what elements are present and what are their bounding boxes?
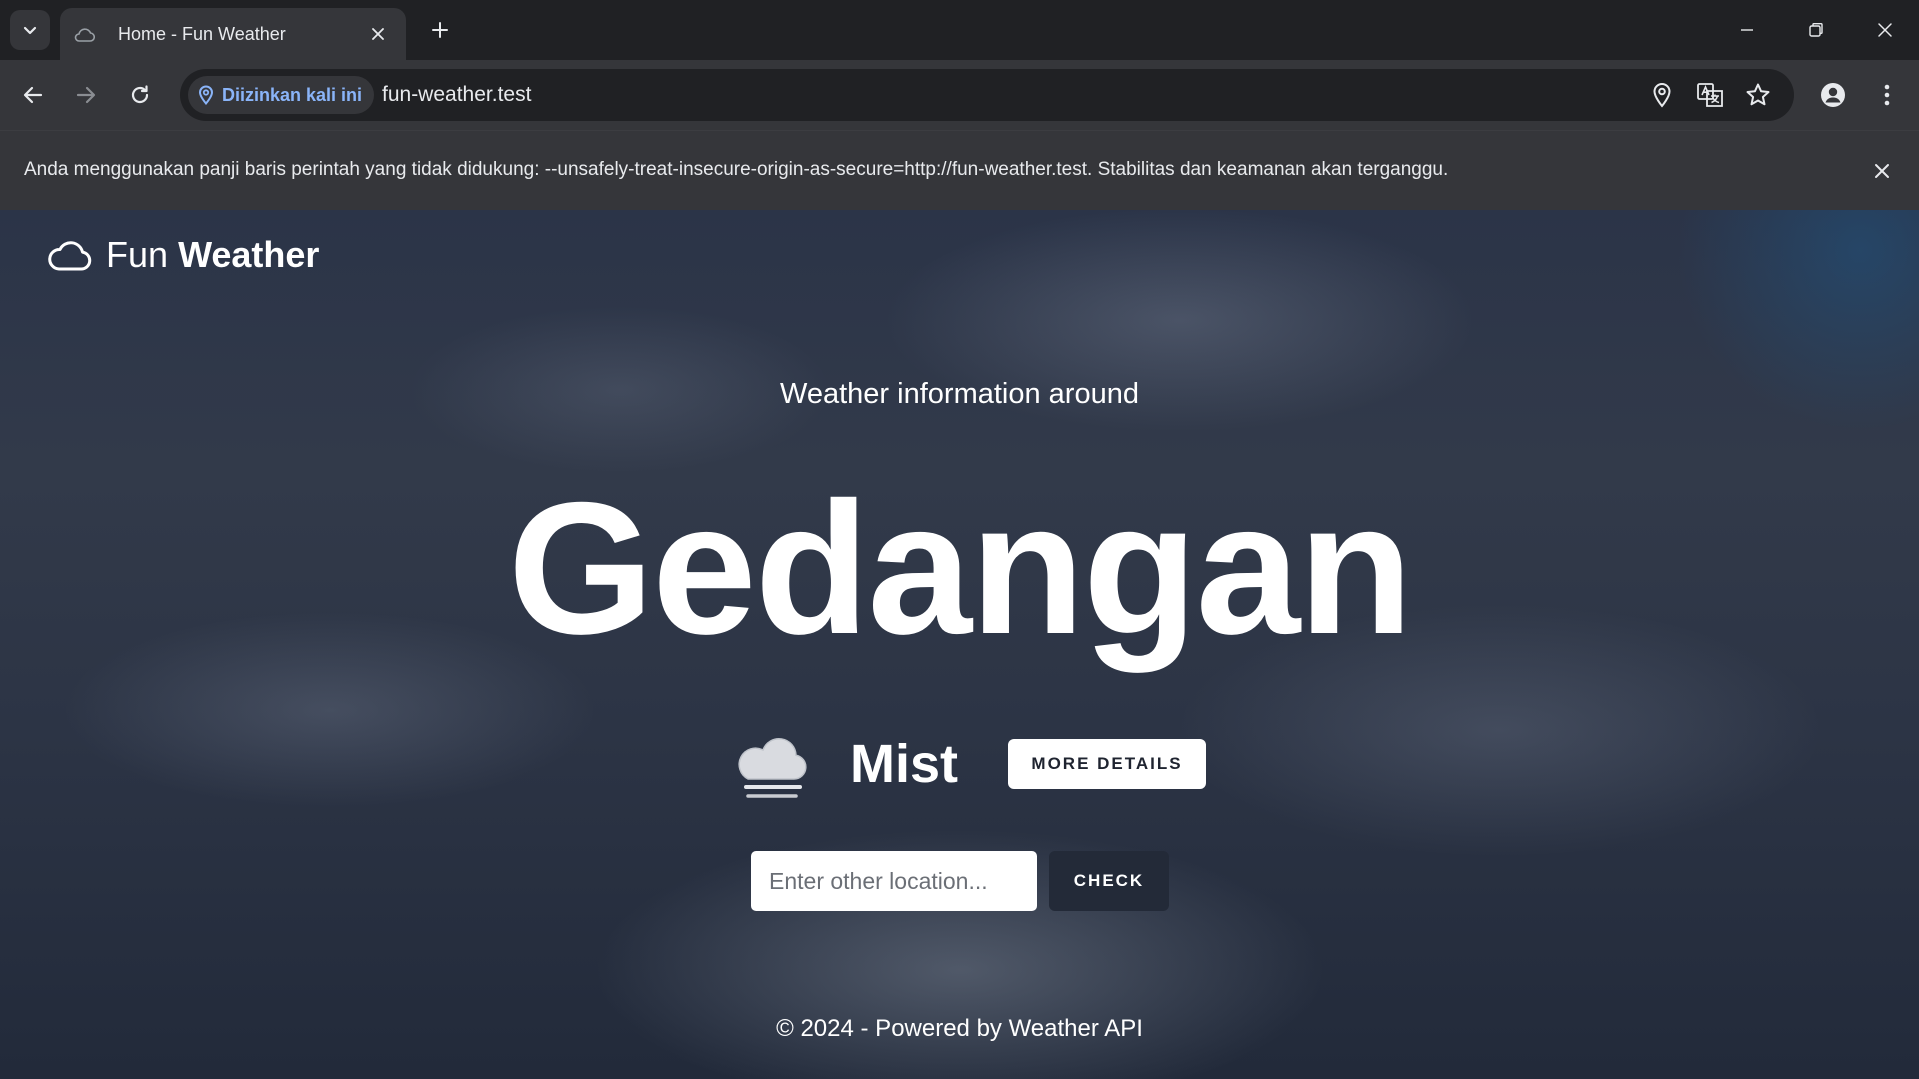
profile-button[interactable] <box>1812 74 1854 116</box>
brand-name: Fun Weather <box>106 234 319 276</box>
url-text[interactable]: fun-weather.test <box>382 83 531 107</box>
weather-condition-row: Mist MORE DETAILS <box>734 722 1206 806</box>
site-chip-label: Diizinkan kali ini <box>222 84 363 105</box>
cloud-icon <box>72 22 96 46</box>
brand-name-bold: Weather <box>178 234 320 275</box>
profile-icon <box>1821 83 1845 107</box>
mist-weather-icon <box>738 737 807 798</box>
minimize-button[interactable] <box>1713 0 1781 60</box>
location-search-form: CHECK <box>751 851 1169 911</box>
plus-icon <box>432 22 448 38</box>
chevron-down-icon <box>23 26 37 35</box>
close-icon[interactable] <box>364 20 392 48</box>
tab-strip: Home - Fun Weather <box>0 0 1919 60</box>
address-bar[interactable]: Diizinkan kali ini fun-weather.test <box>180 69 1794 121</box>
page-content: Fun Weather Weather information around G… <box>0 210 1919 1079</box>
arrow-left-icon <box>23 86 43 104</box>
check-button[interactable]: CHECK <box>1049 851 1169 911</box>
tab-search-button[interactable] <box>10 10 50 50</box>
tab-active[interactable]: Home - Fun Weather <box>60 8 406 60</box>
forward-button[interactable] <box>65 74 107 116</box>
brand-logo[interactable]: Fun Weather <box>48 234 319 276</box>
weather-condition: Mist <box>850 734 958 794</box>
bookmark-star-icon[interactable] <box>1743 80 1773 110</box>
arrow-right-icon <box>76 86 96 104</box>
close-icon <box>1875 164 1889 178</box>
restore-button[interactable] <box>1782 0 1850 60</box>
new-tab-button[interactable] <box>422 12 458 48</box>
back-button[interactable] <box>12 74 54 116</box>
more-vertical-icon <box>1884 84 1890 106</box>
menu-button[interactable] <box>1866 74 1908 116</box>
infobar-message: Anda menggunakan panji baris perintah ya… <box>24 159 1449 180</box>
browser-toolbar: Diizinkan kali ini fun-weather.test <box>0 60 1919 130</box>
location-input[interactable] <box>751 851 1037 911</box>
location-pin-icon <box>198 85 214 105</box>
location-icon[interactable] <box>1647 80 1677 110</box>
footer-text: © 2024 - Powered by Weather API <box>776 1015 1143 1042</box>
reload-icon <box>131 85 149 104</box>
close-window-button[interactable] <box>1851 0 1919 60</box>
brand-name-light: Fun <box>106 234 169 275</box>
cloud-icon <box>48 241 92 271</box>
subtitle: Weather information around <box>780 378 1139 410</box>
site-permission-chip[interactable]: Diizinkan kali ini <box>188 76 375 114</box>
restore-icon <box>1809 23 1823 37</box>
warning-infobar: Anda menggunakan panji baris perintah ya… <box>0 130 1919 210</box>
reload-button[interactable] <box>119 74 161 116</box>
more-details-button[interactable]: MORE DETAILS <box>1008 739 1206 789</box>
minimize-icon <box>1741 29 1753 31</box>
browser-window: Home - Fun Weather Diizinkan kali ini fu… <box>0 0 1919 1079</box>
tab-title: Home - Fun Weather <box>118 23 286 44</box>
close-icon <box>1878 23 1892 37</box>
infobar-close-button[interactable] <box>1864 153 1900 189</box>
translate-icon[interactable] <box>1695 80 1725 110</box>
city-name: Gedangan <box>507 463 1413 673</box>
